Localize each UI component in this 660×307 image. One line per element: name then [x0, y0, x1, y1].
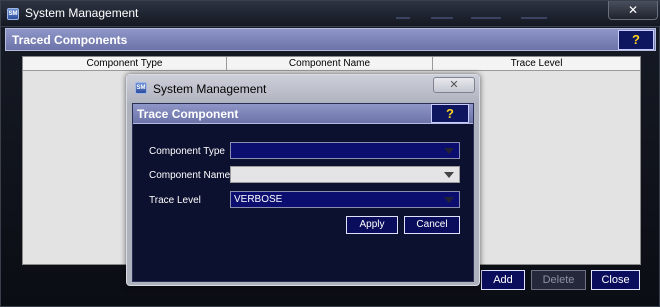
dialog-title: System Management: [153, 82, 267, 96]
section-title: Traced Components: [12, 33, 128, 47]
help-button[interactable]: ?: [618, 30, 654, 50]
column-header-trace-level[interactable]: Trace Level: [433, 57, 640, 70]
window-title: System Management: [25, 6, 139, 20]
background-glint: [431, 17, 453, 19]
dialog-titlebar[interactable]: SM System Management ✕: [127, 75, 479, 103]
dialog-section-title: Trace Component: [137, 107, 239, 121]
background-glint: [471, 17, 501, 19]
close-button[interactable]: Close: [591, 270, 640, 290]
trace-component-header: Trace Component ?: [133, 104, 473, 124]
add-button[interactable]: Add: [481, 270, 525, 290]
apply-button[interactable]: Apply: [346, 216, 398, 234]
background-glint: [396, 17, 410, 19]
trace-level-value: VERBOSE: [234, 194, 283, 205]
traced-components-header: Traced Components ?: [5, 28, 656, 51]
chevron-down-icon: [444, 197, 454, 203]
dialog-body: Trace Component ? Component Type Compone…: [132, 103, 474, 282]
column-header-component-type[interactable]: Component Type: [23, 57, 227, 70]
delete-button[interactable]: Delete: [531, 270, 586, 290]
component-type-label: Component Type: [149, 146, 225, 157]
trace-level-label: Trace Level: [149, 195, 201, 206]
background-glint: [521, 17, 547, 19]
column-header-component-name[interactable]: Component Name: [227, 57, 433, 70]
app-icon: SM: [7, 8, 19, 20]
component-type-select[interactable]: [230, 142, 460, 159]
dialog-close-button[interactable]: ✕: [433, 77, 475, 93]
window-titlebar[interactable]: SM System Management ✕: [1, 1, 660, 27]
chevron-down-icon: [444, 172, 454, 178]
component-name-select[interactable]: [230, 166, 460, 183]
window-close-button[interactable]: ✕: [608, 1, 658, 20]
trace-component-dialog: SM System Management ✕ Trace Component ?…: [126, 74, 480, 286]
dialog-help-button[interactable]: ?: [431, 104, 469, 123]
table-header: Component Type Component Name Trace Leve…: [23, 57, 640, 71]
dialog-app-icon: SM: [135, 82, 147, 94]
trace-level-select[interactable]: VERBOSE: [230, 191, 460, 208]
cancel-button[interactable]: Cancel: [404, 216, 460, 234]
chevron-down-icon: [444, 148, 454, 154]
component-name-label: Component Name: [149, 170, 231, 181]
